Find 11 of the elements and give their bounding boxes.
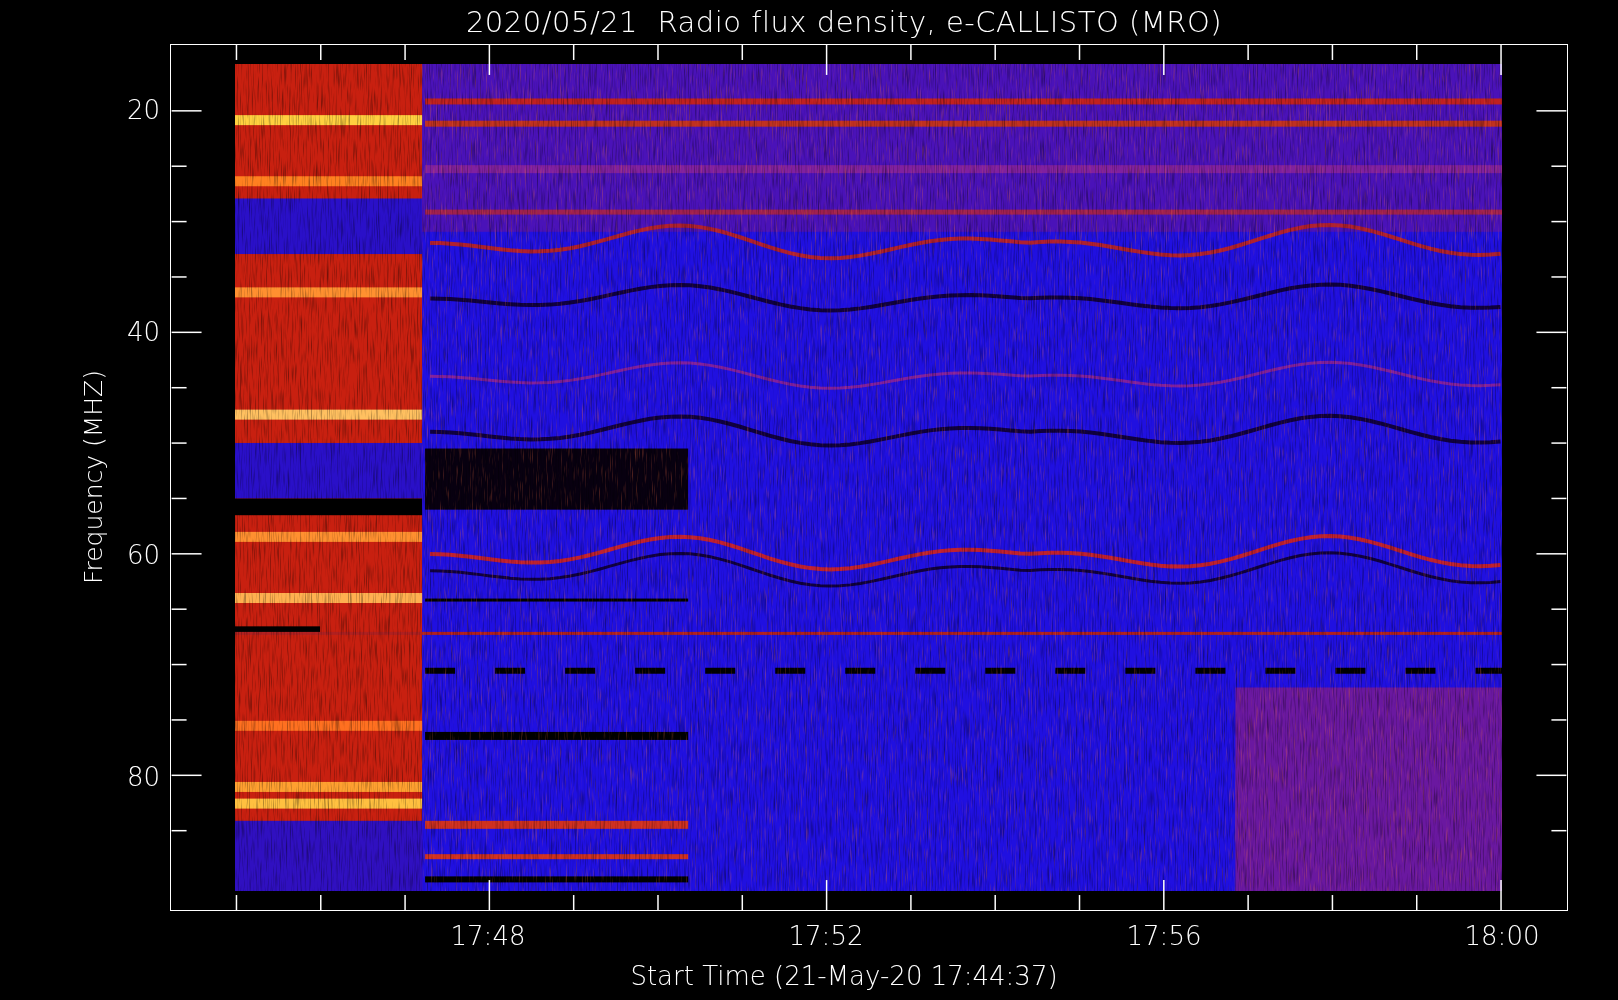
chart-title: 2020/05/21 Radio flux density, e-CALLISTO (MRO) [465,4,1223,41]
x-tick-label: 17:52 [787,921,865,951]
x-tick-label: 17:56 [1125,921,1203,951]
x-axis-label: Start Time (21-May-20 17:44:37) [629,961,1058,991]
y-tick-label: 80 [126,760,160,794]
y-tick-label: 60 [126,538,160,572]
x-tick-label: 17:48 [449,921,527,951]
y-axis-label: Frequency (MHZ) [79,370,108,585]
y-tick-label: 40 [126,316,160,350]
y-tick-label: 20 [126,94,160,127]
x-tick-label: 18:00 [1463,921,1541,951]
